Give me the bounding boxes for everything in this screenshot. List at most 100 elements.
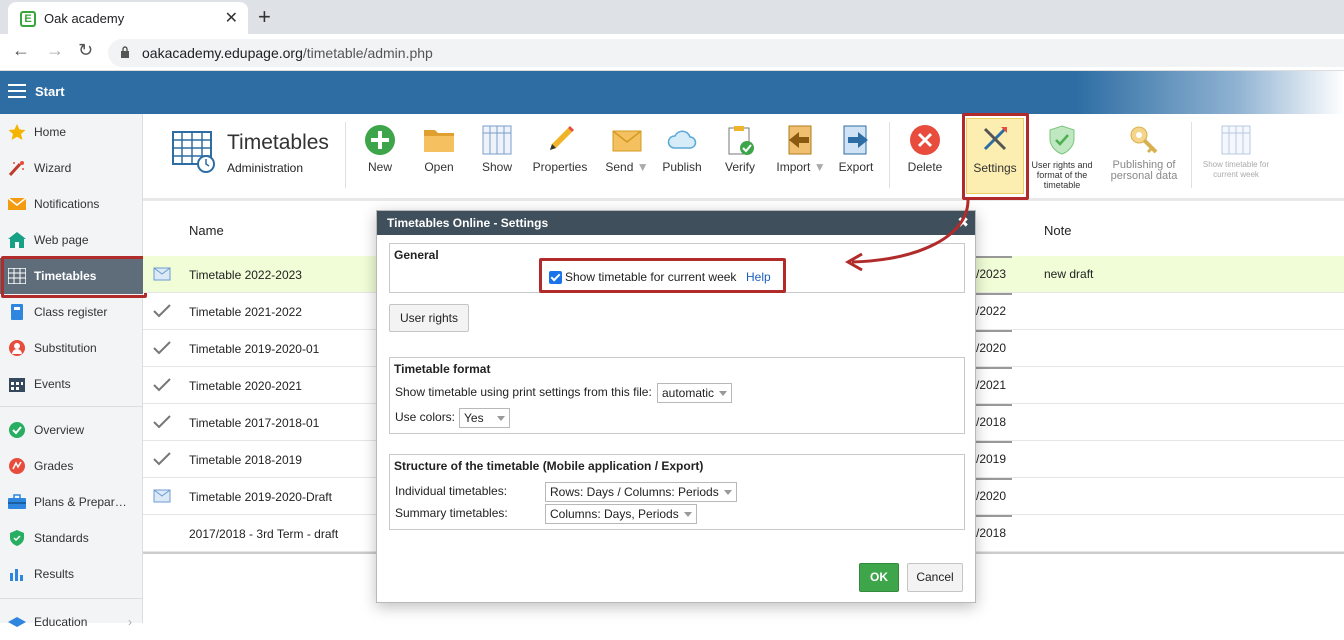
pencil-icon: [550, 126, 574, 150]
checkmark-icon: [153, 378, 171, 392]
chevron-down-icon: [497, 416, 505, 421]
progress-bar: [976, 478, 1012, 480]
start-link[interactable]: Start: [35, 84, 65, 99]
summary-timetables-label: Summary timetables:: [395, 506, 508, 520]
toolbar-divider: [1191, 122, 1192, 188]
sidebar-item-home[interactable]: Home: [0, 114, 143, 150]
menu-icon[interactable]: [8, 84, 26, 98]
page-title: Timetables: [227, 131, 329, 154]
back-icon[interactable]: ←: [12, 40, 30, 61]
url-input[interactable]: oakacademy.edupage.org/timetable/admin.p…: [108, 39, 1344, 67]
export-button[interactable]: Export: [831, 120, 881, 190]
toolbar-divider: [889, 122, 890, 188]
envelope-icon: [8, 197, 26, 210]
sidebar-item-class-register[interactable]: Class register: [0, 294, 143, 330]
person-icon: [9, 340, 25, 356]
new-button[interactable]: New: [355, 120, 405, 190]
individual-timetables-select[interactable]: Rows: Days / Columns: Periods: [545, 482, 737, 502]
publish-button[interactable]: Publish: [657, 120, 707, 190]
close-tab-icon[interactable]: ✕: [225, 8, 238, 28]
check-circle-icon: [9, 422, 25, 438]
print-settings-select[interactable]: automatic: [657, 383, 732, 403]
use-colors-label: Use colors:: [395, 410, 456, 424]
timetable-logo-icon: [172, 131, 215, 173]
chevron-down-icon: [684, 512, 692, 517]
export-icon: [843, 125, 868, 155]
show-current-week-button[interactable]: Show timetable for current week: [1201, 120, 1271, 190]
key-icon: [1130, 126, 1158, 154]
chevron-down-icon: [724, 490, 732, 495]
folder-icon: [424, 130, 454, 152]
toolbar: Timetables Administration New Open Show …: [143, 114, 1344, 201]
format-legend: Timetable format: [394, 362, 491, 376]
sidebar-item-substitution[interactable]: Substitution: [0, 330, 143, 366]
star-icon: [8, 124, 26, 140]
reload-icon[interactable]: ↻: [78, 40, 93, 61]
open-button[interactable]: Open: [413, 120, 465, 190]
show-button[interactable]: Show: [473, 120, 521, 190]
sidebar-item-plans[interactable]: Plans & Prepar…: [0, 484, 143, 520]
send-label: Send: [605, 160, 634, 174]
grades-icon: [9, 458, 25, 474]
import-label: Import: [776, 160, 811, 174]
progress-bar: [976, 330, 1012, 332]
chevron-right-icon: ›: [128, 615, 132, 629]
delete-button[interactable]: Delete: [899, 120, 951, 190]
ok-button[interactable]: OK: [859, 563, 899, 592]
verify-button[interactable]: Verify: [715, 120, 765, 190]
briefcase-icon: [8, 494, 26, 509]
checkmark-icon: [153, 304, 171, 318]
user-rights-format-button[interactable]: User rights and format of the timetable: [1029, 120, 1095, 190]
print-settings-label: Show timetable using print settings from…: [395, 385, 652, 399]
sidebar: Home Wizard Notifications Web page Timet…: [0, 114, 143, 629]
sidebar-item-wizard[interactable]: Wizard: [0, 150, 143, 186]
browser-tab[interactable]: E Oak academy ✕: [8, 2, 248, 34]
progress-bar: [976, 293, 1012, 295]
sidebar-item-events[interactable]: Events: [0, 366, 143, 402]
lock-icon: [121, 46, 129, 58]
user-rights-button[interactable]: User rights: [389, 304, 469, 332]
progress-bar: [976, 441, 1012, 443]
close-dialog-icon[interactable]: ✖: [957, 214, 969, 231]
sidebar-item-grades[interactable]: Grades: [0, 448, 143, 484]
cancel-button[interactable]: Cancel: [907, 563, 963, 592]
table-icon: [482, 125, 512, 155]
sidebar-item-notifications[interactable]: Notifications: [0, 186, 143, 222]
dialog-header[interactable]: Timetables Online - Settings ✖: [377, 211, 975, 235]
calendar-icon: [9, 378, 25, 392]
timetables-highlight-frame: [1, 256, 147, 298]
import-button[interactable]: Import ▼: [773, 120, 829, 190]
edupage-favicon-icon: E: [20, 11, 36, 27]
tab-title: Oak academy: [44, 11, 125, 26]
sidebar-item-results[interactable]: Results: [0, 556, 143, 592]
browser-tabstrip: E Oak academy ✕ +: [0, 0, 1344, 34]
import-icon: [788, 125, 812, 155]
checkmark-icon: [153, 452, 171, 466]
individual-timetables-label: Individual timetables:: [395, 484, 508, 498]
checkmark-icon: [153, 341, 171, 355]
sidebar-item-web-page[interactable]: Web page: [0, 222, 143, 258]
house-icon: [8, 232, 26, 248]
plus-circle-icon: [365, 125, 395, 155]
column-header-note[interactable]: Note: [1044, 223, 1071, 238]
properties-button[interactable]: Properties: [529, 120, 591, 190]
send-button[interactable]: Send ▼: [599, 120, 655, 190]
sidebar-item-education[interactable]: Education ›: [0, 604, 143, 640]
book-icon: [11, 304, 23, 320]
dropdown-arrow-icon: ▼: [636, 160, 649, 174]
new-tab-icon[interactable]: +: [258, 4, 271, 30]
chevron-down-icon: [719, 391, 727, 396]
use-colors-select[interactable]: Yes: [459, 408, 510, 428]
settings-highlight-frame: [962, 113, 1029, 200]
checkmark-icon: [153, 415, 171, 429]
sidebar-item-standards[interactable]: Standards: [0, 520, 143, 556]
publishing-personal-data-button[interactable]: Publishing of personal data: [1101, 120, 1187, 190]
url-text: oakacademy.edupage.org/timetable/admin.p…: [142, 45, 433, 61]
progress-bar: [976, 515, 1012, 517]
summary-timetables-select[interactable]: Columns: Days, Periods: [545, 504, 697, 524]
structure-legend: Structure of the timetable (Mobile appli…: [394, 459, 704, 473]
forward-icon[interactable]: →: [46, 40, 64, 61]
table-icon: [1221, 125, 1251, 155]
sidebar-item-overview[interactable]: Overview: [0, 412, 143, 448]
column-header-name[interactable]: Name: [189, 223, 224, 238]
